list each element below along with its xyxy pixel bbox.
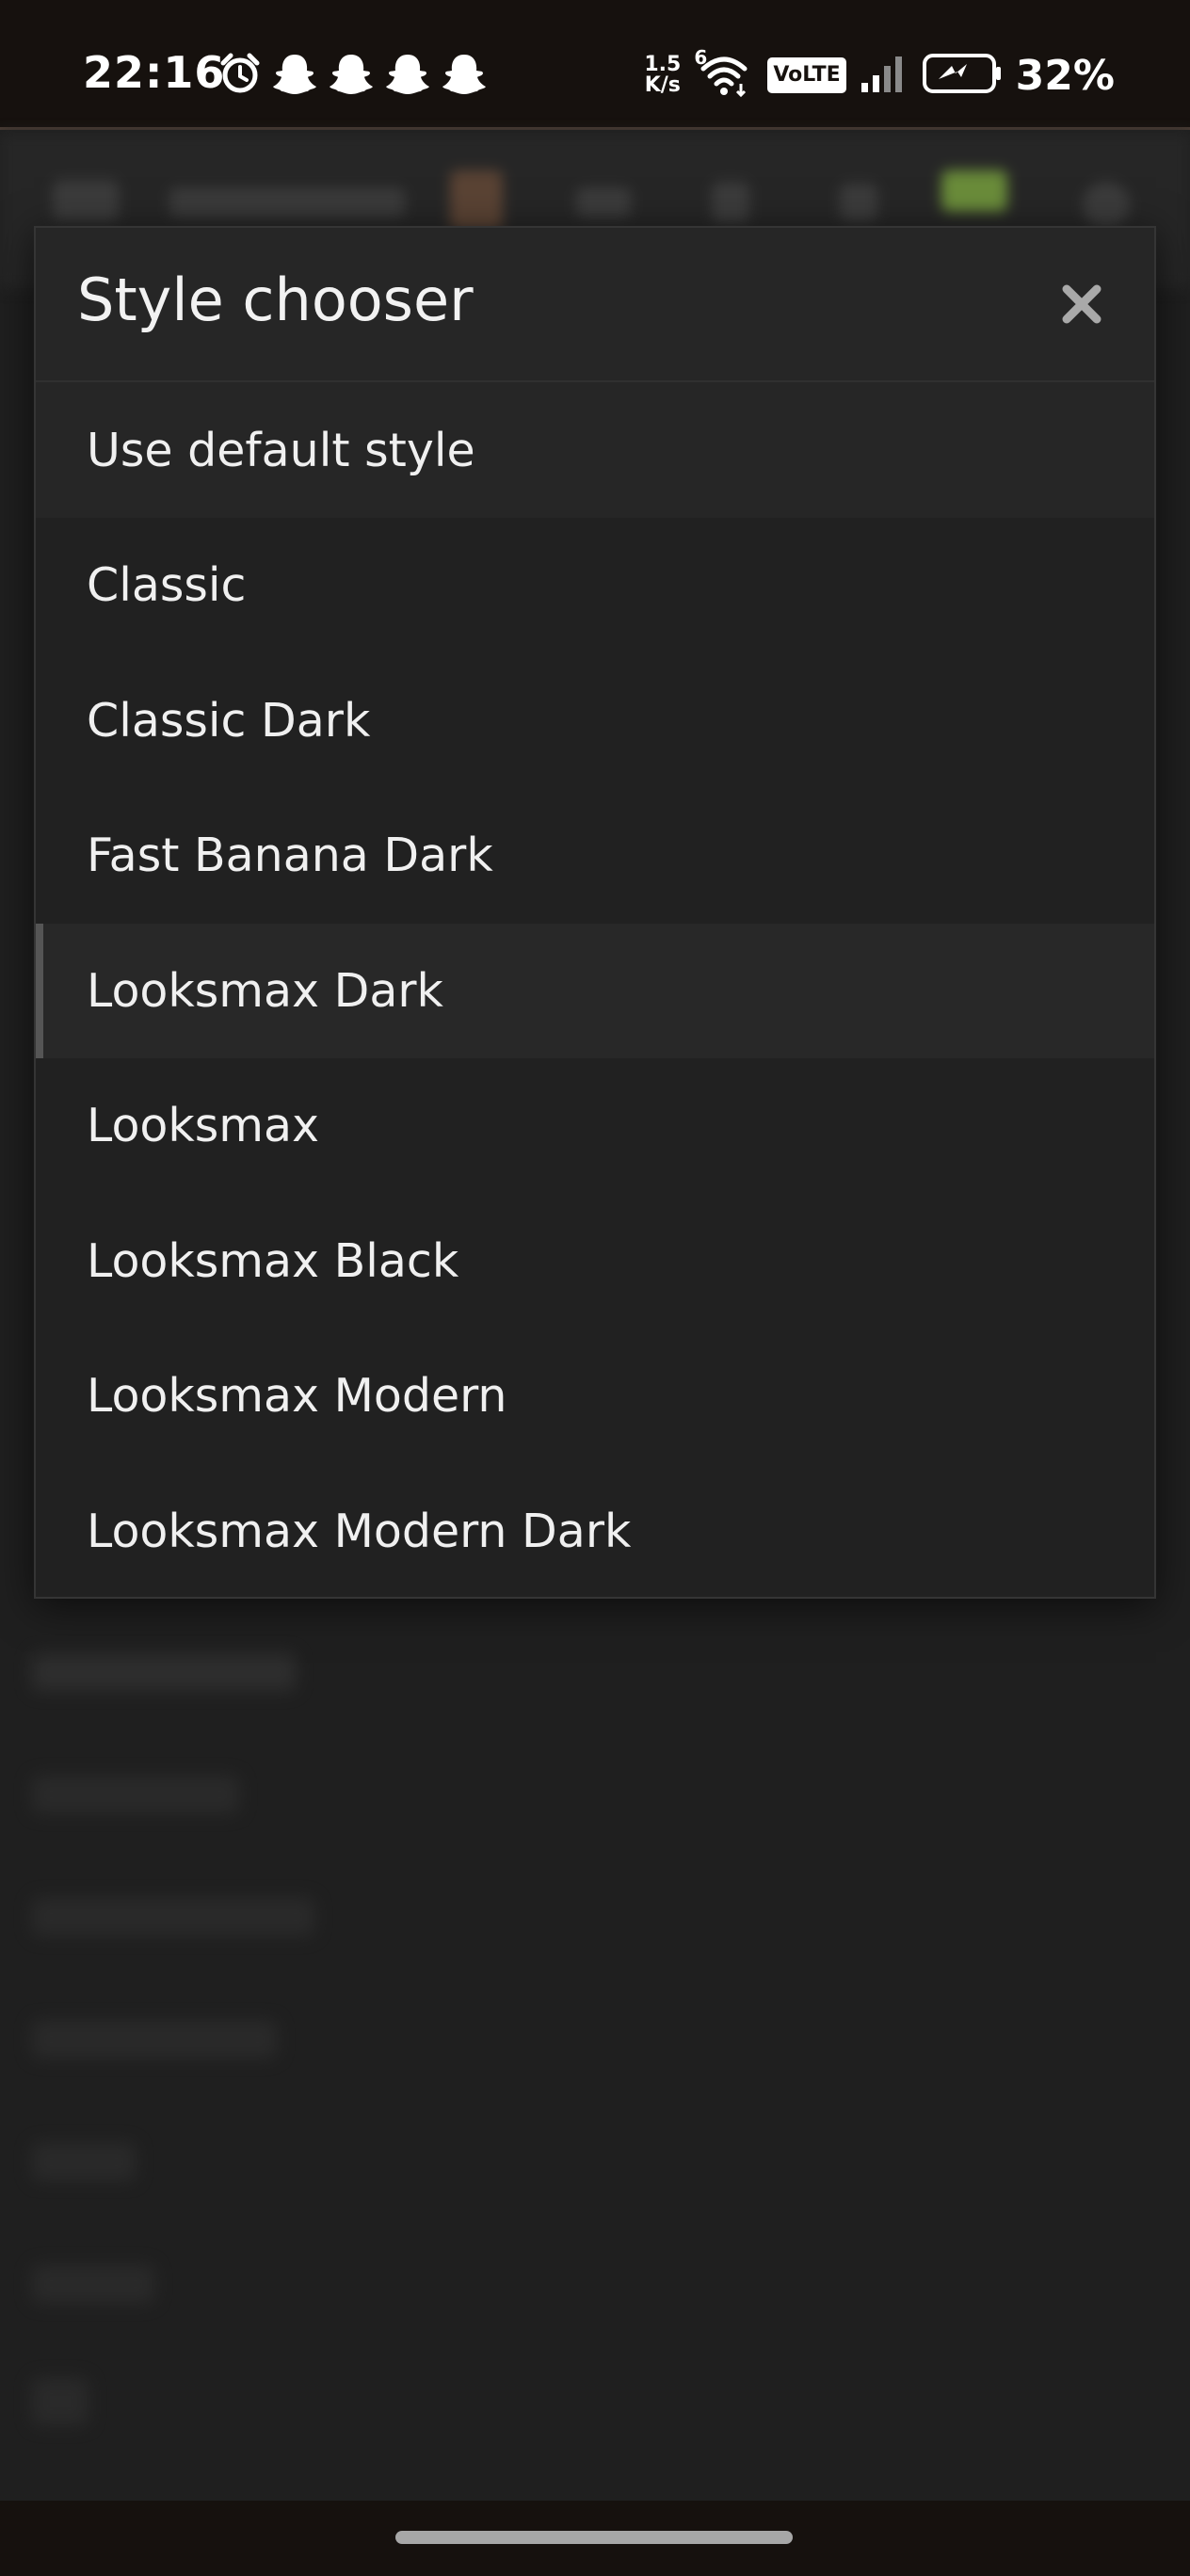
style-option-fast-banana-dark[interactable]: Fast Banana Dark xyxy=(36,788,1154,924)
style-chooser-dialog: Style chooser Use default style Classic … xyxy=(34,226,1156,1599)
background-footer-link xyxy=(32,1898,314,1936)
style-option-looksmax-dark[interactable]: Looksmax Dark xyxy=(36,923,1154,1058)
wifi-icon: 6 xyxy=(694,46,754,99)
signal-icon xyxy=(860,53,909,98)
style-option-label: Classic Dark xyxy=(87,693,371,748)
style-option-use-default[interactable]: Use default style xyxy=(36,382,1154,518)
background-footer-link xyxy=(32,1653,296,1691)
network-speed-unit: K/s xyxy=(644,73,681,97)
close-button[interactable] xyxy=(1049,271,1115,337)
network-speed: 1.5 K/s xyxy=(644,55,681,96)
style-option-classic-dark[interactable]: Classic Dark xyxy=(36,653,1154,789)
status-bar: 22:16 1.5 K/s 6 VoLTE 32% xyxy=(0,0,1190,130)
background-bell-icon xyxy=(712,182,749,223)
style-option-label: Use default style xyxy=(87,423,475,477)
style-option-label: Looksmax Dark xyxy=(87,963,443,1018)
battery-charging-icon xyxy=(922,53,1003,98)
status-time: 22:16 xyxy=(83,47,226,98)
style-option-label: Fast Banana Dark xyxy=(87,829,493,883)
snapchat-icon xyxy=(271,52,318,95)
background-inbox-icon xyxy=(576,187,631,217)
background-footer-icon xyxy=(32,2378,88,2425)
background-search-icon xyxy=(1083,182,1130,229)
style-option-label: Looksmax Black xyxy=(87,1233,459,1288)
style-option-looksmax-modern[interactable]: Looksmax Modern xyxy=(36,1328,1154,1464)
background-green-badge xyxy=(941,170,1007,212)
style-option-looksmax-modern-dark[interactable]: Looksmax Modern Dark xyxy=(36,1464,1154,1600)
background-footer-link xyxy=(32,2265,154,2303)
dialog-header: Style chooser xyxy=(36,228,1154,382)
style-option-label: Looksmax Modern xyxy=(87,1369,507,1424)
background-site-logo xyxy=(169,187,405,217)
style-option-looksmax[interactable]: Looksmax xyxy=(36,1058,1154,1194)
background-menu-icon xyxy=(53,180,119,221)
style-option-classic[interactable]: Classic xyxy=(36,518,1154,653)
snapchat-icon xyxy=(384,52,431,95)
background-footer-link xyxy=(32,1776,239,1813)
style-option-label: Looksmax Modern Dark xyxy=(87,1504,632,1558)
background-avatar xyxy=(450,170,503,231)
battery-percentage: 32% xyxy=(1015,51,1115,100)
network-speed-value: 1.5 xyxy=(644,53,682,76)
volte-badge: VoLTE xyxy=(767,57,846,93)
dialog-title: Style chooser xyxy=(77,266,474,334)
background-footer-link xyxy=(32,2021,277,2058)
snapchat-icon xyxy=(441,52,488,95)
style-option-looksmax-black[interactable]: Looksmax Black xyxy=(36,1194,1154,1329)
snapchat-icon xyxy=(328,52,375,95)
home-indicator[interactable] xyxy=(395,2531,793,2544)
notification-icons xyxy=(218,51,488,96)
style-option-label: Classic xyxy=(87,558,247,613)
system-indicators: 1.5 K/s 6 VoLTE 32% xyxy=(644,46,1115,102)
style-option-label: Looksmax xyxy=(87,1099,320,1153)
background-footer-link xyxy=(32,2143,136,2181)
close-icon xyxy=(1062,284,1102,324)
alarm-icon xyxy=(218,52,262,95)
style-list: Use default style Classic Classic Dark F… xyxy=(36,382,1154,1599)
background-pen-icon xyxy=(840,184,877,221)
